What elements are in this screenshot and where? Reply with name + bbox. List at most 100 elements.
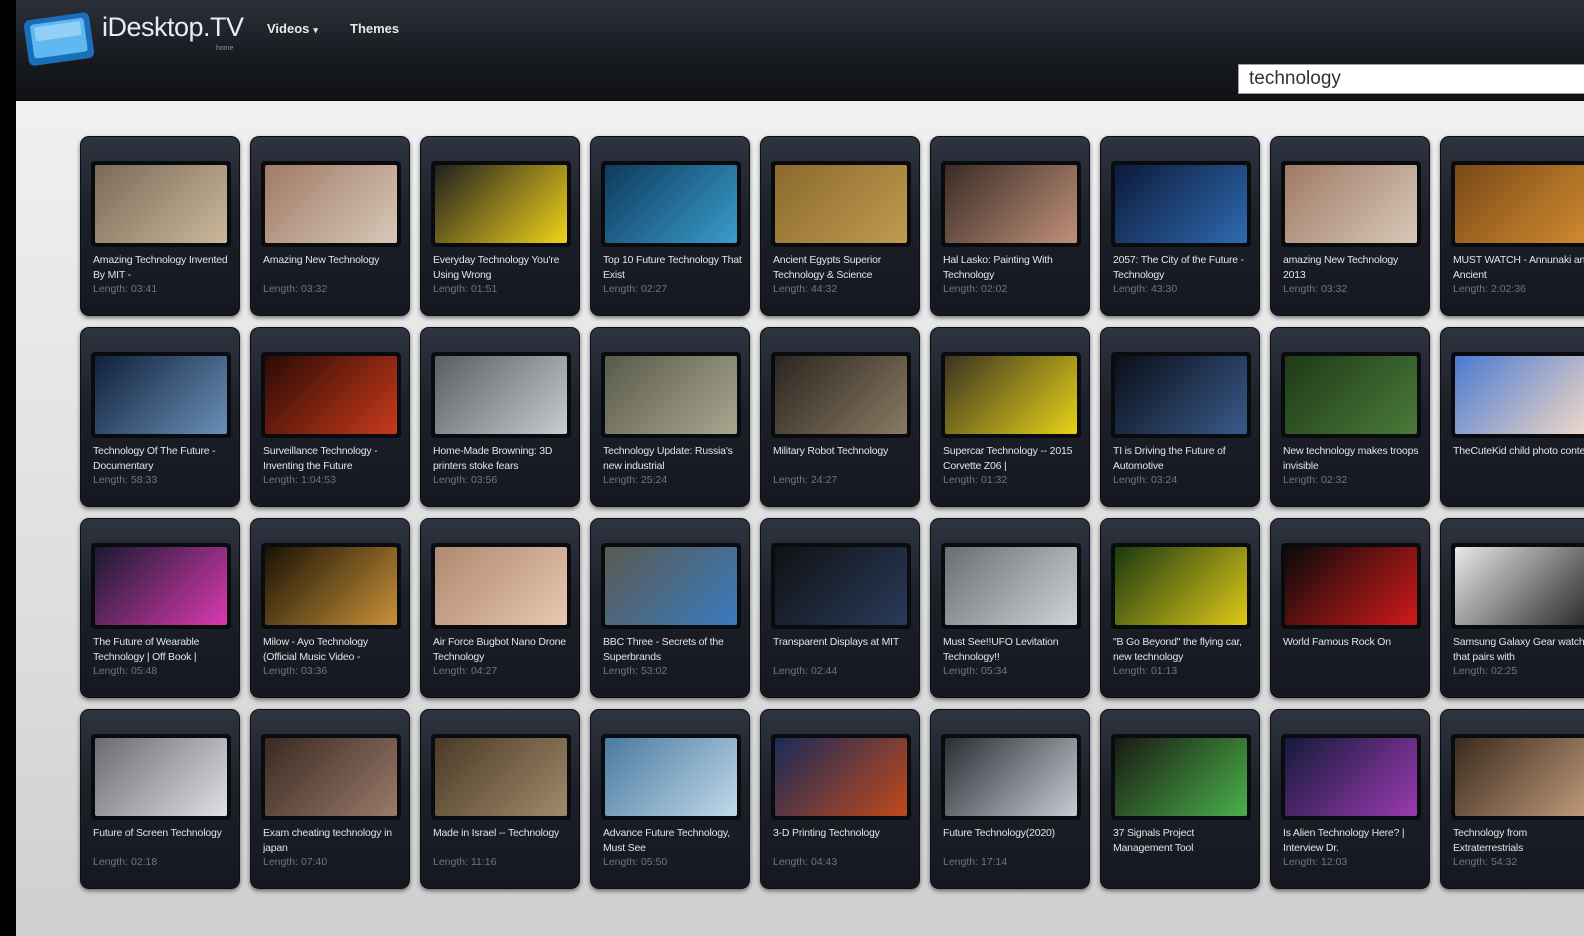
video-title[interactable]: Supercar Technology -- 2015 Corvette Z06… — [943, 444, 1083, 474]
video-title[interactable]: 37 Signals Project Management Tool — [1113, 826, 1253, 856]
video-thumbnail[interactable] — [1455, 165, 1584, 243]
video-title[interactable]: Made in Israel -- Technology — [433, 826, 573, 856]
video-card[interactable]: Amazing Technology Invented By MIT - Leng… — [80, 136, 240, 316]
video-thumbnail[interactable] — [435, 165, 567, 243]
video-card[interactable]: Supercar Technology -- 2015 Corvette Z06… — [930, 327, 1090, 507]
video-thumbnail[interactable] — [775, 165, 907, 243]
video-card[interactable]: Military Robot Technology Length: 24:27 — [760, 327, 920, 507]
video-thumbnail[interactable] — [1455, 356, 1584, 434]
video-card[interactable]: TheCuteKid child photo contest — [1440, 327, 1584, 507]
video-title[interactable]: Hal Lasko: Painting With Technology — [943, 253, 1083, 283]
video-thumbnail[interactable] — [435, 547, 567, 625]
site-logo[interactable]: iDesktop.TV — [102, 12, 244, 43]
video-title[interactable]: The Future of Wearable Technology | Off … — [93, 635, 233, 665]
video-card[interactable]: "B Go Beyond" the flying car, new techno… — [1100, 518, 1260, 698]
video-card[interactable]: TI is Driving the Future of Automotive Le… — [1100, 327, 1260, 507]
video-title[interactable]: Everyday Technology You're Using Wrong — [433, 253, 573, 283]
video-card[interactable]: New technology makes troops invisible Len… — [1270, 327, 1430, 507]
video-title[interactable]: 2057: The City of the Future - Technolog… — [1113, 253, 1253, 283]
video-title[interactable]: Future Technology(2020) — [943, 826, 1083, 856]
video-card[interactable]: BBC Three - Secrets of the Superbrands Le… — [590, 518, 750, 698]
video-title[interactable]: Ancient Egypts Superior Technology & Sci… — [773, 253, 913, 283]
video-thumbnail[interactable] — [265, 165, 397, 243]
video-thumbnail[interactable] — [1285, 356, 1417, 434]
video-card[interactable]: The Future of Wearable Technology | Off … — [80, 518, 240, 698]
video-card[interactable]: Technology Of The Future - Documentary Le… — [80, 327, 240, 507]
video-title[interactable]: Amazing New Technology — [263, 253, 403, 283]
video-card[interactable]: Samsung Galaxy Gear watch that pairs wit… — [1440, 518, 1584, 698]
video-thumbnail[interactable] — [605, 738, 737, 816]
video-thumbnail[interactable] — [775, 738, 907, 816]
video-thumbnail[interactable] — [1285, 165, 1417, 243]
video-title[interactable]: Technology Update: Russia's new industri… — [603, 444, 743, 474]
video-title[interactable]: Samsung Galaxy Gear watch that pairs wit… — [1453, 635, 1584, 665]
video-card[interactable]: Milow - Ayo Technology (Official Music V… — [250, 518, 410, 698]
video-card[interactable]: amazing New Technology 2013 Length: 03:32 — [1270, 136, 1430, 316]
video-thumbnail[interactable] — [95, 738, 227, 816]
video-thumbnail[interactable] — [1115, 547, 1247, 625]
video-thumbnail[interactable] — [435, 738, 567, 816]
video-card[interactable]: Transparent Displays at MIT Length: 02:44 — [760, 518, 920, 698]
video-title[interactable]: Home-Made Browning: 3D printers stoke fe… — [433, 444, 573, 474]
video-thumbnail[interactable] — [1285, 738, 1417, 816]
video-card[interactable]: Ancient Egypts Superior Technology & Sci… — [760, 136, 920, 316]
video-title[interactable]: Exam cheating technology in japan — [263, 826, 403, 856]
video-card[interactable]: Top 10 Future Technology That Exist Lengt… — [590, 136, 750, 316]
video-title[interactable]: Milow - Ayo Technology (Official Music V… — [263, 635, 403, 665]
video-title[interactable]: Top 10 Future Technology That Exist — [603, 253, 743, 283]
video-title[interactable]: TI is Driving the Future of Automotive — [1113, 444, 1253, 474]
video-title[interactable]: MUST WATCH - Annunaki and Ancient — [1453, 253, 1584, 283]
nav-videos-menu[interactable]: Videos ▾ — [267, 21, 318, 36]
tv-logo-icon[interactable] — [22, 8, 98, 66]
video-thumbnail[interactable] — [265, 356, 397, 434]
video-card[interactable]: Amazing New Technology Length: 03:32 — [250, 136, 410, 316]
video-card[interactable]: Future Technology(2020) Length: 17:14 — [930, 709, 1090, 889]
video-card[interactable]: Surveillance Technology - Inventing the … — [250, 327, 410, 507]
video-card[interactable]: Exam cheating technology in japan Length:… — [250, 709, 410, 889]
video-thumbnail[interactable] — [1115, 356, 1247, 434]
video-thumbnail[interactable] — [605, 547, 737, 625]
video-thumbnail[interactable] — [775, 356, 907, 434]
video-title[interactable]: World Famous Rock On — [1283, 635, 1423, 665]
video-card[interactable]: World Famous Rock On — [1270, 518, 1430, 698]
video-title[interactable]: Transparent Displays at MIT — [773, 635, 913, 665]
nav-themes[interactable]: Themes — [350, 21, 399, 36]
video-card[interactable]: Home-Made Browning: 3D printers stoke fe… — [420, 327, 580, 507]
video-thumbnail[interactable] — [95, 547, 227, 625]
video-thumbnail[interactable] — [95, 165, 227, 243]
video-thumbnail[interactable] — [265, 547, 397, 625]
video-title[interactable]: Technology from Extraterrestrials — [1453, 826, 1584, 856]
video-title[interactable]: Is Alien Technology Here? | Interview Dr… — [1283, 826, 1423, 856]
video-card[interactable]: Air Force Bugbot Nano Drone Technology Le… — [420, 518, 580, 698]
video-card[interactable]: Made in Israel -- Technology Length: 11:1… — [420, 709, 580, 889]
video-thumbnail[interactable] — [1285, 547, 1417, 625]
video-card[interactable]: Technology Update: Russia's new industri… — [590, 327, 750, 507]
video-card[interactable]: Technology from Extraterrestrials Length:… — [1440, 709, 1584, 889]
video-thumbnail[interactable] — [435, 356, 567, 434]
video-title[interactable]: Air Force Bugbot Nano Drone Technology — [433, 635, 573, 665]
video-thumbnail[interactable] — [605, 165, 737, 243]
video-title[interactable]: Advance Future Technology, Must See — [603, 826, 743, 856]
video-title[interactable]: Technology Of The Future - Documentary — [93, 444, 233, 474]
video-title[interactable]: amazing New Technology 2013 — [1283, 253, 1423, 283]
video-thumbnail[interactable] — [945, 356, 1077, 434]
video-thumbnail[interactable] — [1455, 547, 1584, 625]
video-thumbnail[interactable] — [265, 738, 397, 816]
video-thumbnail[interactable] — [775, 547, 907, 625]
video-card[interactable]: 3-D Printing Technology Length: 04:43 — [760, 709, 920, 889]
video-title[interactable]: "B Go Beyond" the flying car, new techno… — [1113, 635, 1253, 665]
video-title[interactable]: New technology makes troops invisible — [1283, 444, 1423, 474]
video-card[interactable]: 2057: The City of the Future - Technolog… — [1100, 136, 1260, 316]
video-title[interactable]: 3-D Printing Technology — [773, 826, 913, 856]
video-thumbnail[interactable] — [1455, 738, 1584, 816]
video-thumbnail[interactable] — [95, 356, 227, 434]
video-title[interactable]: Military Robot Technology — [773, 444, 913, 474]
video-title[interactable]: Future of Screen Technology — [93, 826, 233, 856]
search-input[interactable] — [1238, 64, 1584, 94]
video-title[interactable]: Surveillance Technology - Inventing the … — [263, 444, 403, 474]
video-title[interactable]: Amazing Technology Invented By MIT - — [93, 253, 233, 283]
video-thumbnail[interactable] — [1115, 738, 1247, 816]
video-thumbnail[interactable] — [945, 547, 1077, 625]
video-thumbnail[interactable] — [1115, 165, 1247, 243]
video-card[interactable]: Must See!!UFO Levitation Technology!! Len… — [930, 518, 1090, 698]
